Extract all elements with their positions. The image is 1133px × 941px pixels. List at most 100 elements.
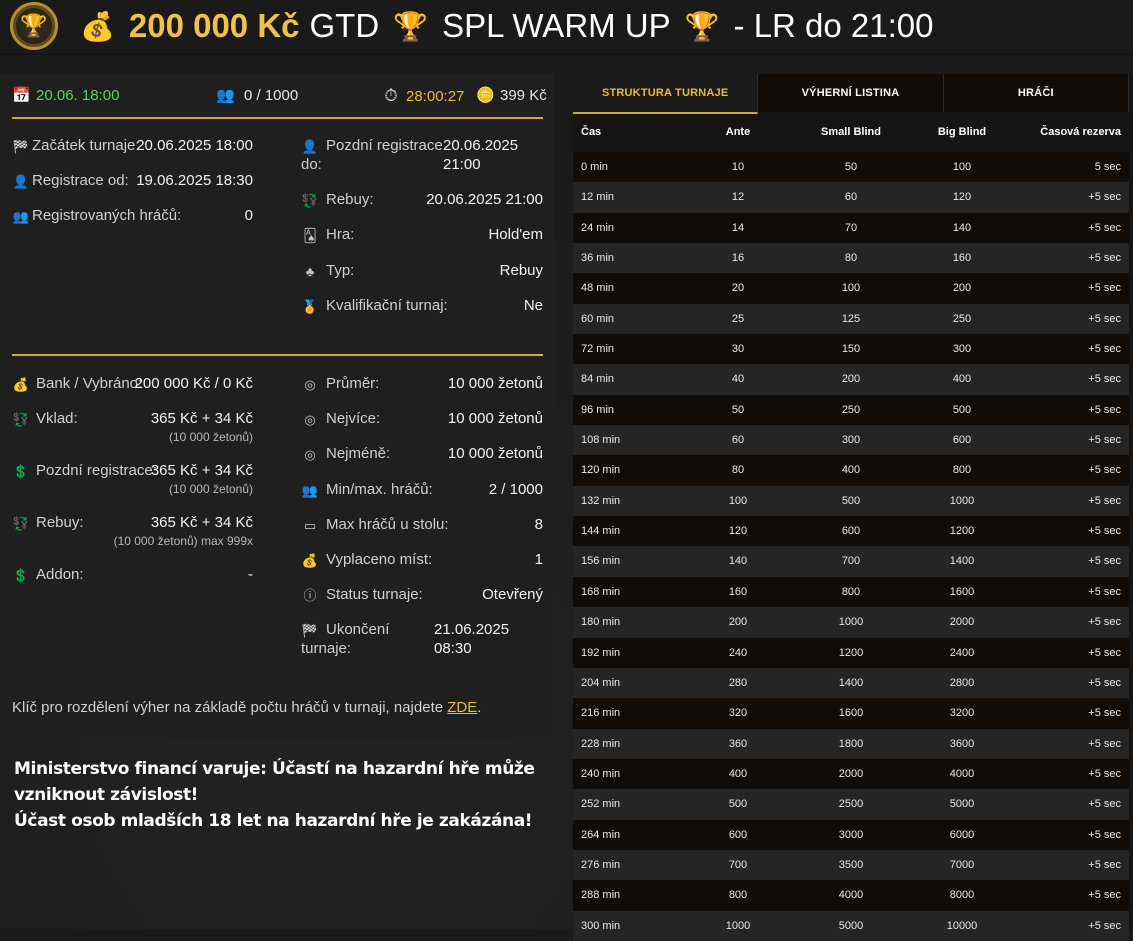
cell-big-blind: 600 bbox=[952, 434, 972, 447]
col-time-bank: Časová rezerva bbox=[1040, 126, 1121, 138]
users-icon: 👥 bbox=[216, 87, 235, 104]
tournament-info-panel: 📅 20.06. 18:00 👥 0 / 1000 ⏱ 28:00:27 🪙 3… bbox=[0, 74, 555, 740]
cell-ante: 160 bbox=[728, 585, 748, 598]
cell-big-blind: 500 bbox=[952, 403, 972, 416]
cell-small-blind: 150 bbox=[841, 343, 861, 356]
trophy-icon: 🏆 bbox=[20, 13, 48, 38]
prize-key-link[interactable]: ZDE bbox=[447, 699, 477, 716]
cell-time: 48 min bbox=[581, 282, 615, 295]
tab-players[interactable]: HRÁČI bbox=[943, 74, 1129, 112]
cell-ante: 20 bbox=[731, 282, 745, 295]
cell-ante: 30 bbox=[731, 343, 745, 356]
cell-ante: 280 bbox=[728, 676, 748, 689]
users-icon: 👥 bbox=[12, 209, 30, 224]
cell-time: 216 min bbox=[581, 707, 621, 720]
tab-structure[interactable]: STRUKTURA TURNAJE bbox=[573, 74, 759, 114]
coin-icon: 💲 bbox=[12, 568, 30, 583]
cell-time: 36 min bbox=[581, 252, 615, 265]
table-row: 84 min 40 200 400 +5 sec bbox=[573, 364, 1129, 395]
cell-small-blind: 3000 bbox=[838, 828, 864, 841]
table-row: 264 min 600 3000 6000 +5 sec bbox=[573, 819, 1129, 850]
guaranteed-prize: 200 000 Kč bbox=[128, 7, 300, 44]
cell-ante: 16 bbox=[731, 252, 745, 265]
cell-big-blind: 3200 bbox=[949, 707, 975, 720]
table-row: 288 min 800 4000 8000 +5 sec bbox=[573, 880, 1129, 911]
cell-small-blind: 400 bbox=[841, 464, 861, 477]
cell-ante: 400 bbox=[728, 767, 748, 780]
cell-ante: 100 bbox=[728, 494, 748, 507]
summary-date: 📅 20.06. 18:00 bbox=[12, 86, 119, 105]
cell-time-bank: +5 sec bbox=[1088, 191, 1121, 204]
suits-icon: ♣ bbox=[305, 264, 315, 279]
medal-icon: 🏅 bbox=[301, 299, 319, 314]
prize-key-note: Klíč pro rozdělení výher na základě počt… bbox=[12, 699, 482, 716]
cell-time-bank: +5 sec bbox=[1088, 919, 1121, 932]
cell-ante: 240 bbox=[728, 646, 748, 659]
countdown-value: 28:00:27 bbox=[406, 87, 465, 105]
summary-buyin: 🪙 399 Kč bbox=[476, 86, 547, 105]
cell-time: 204 min bbox=[581, 676, 621, 689]
cell-small-blind: 1800 bbox=[838, 737, 864, 750]
cell-small-blind: 300 bbox=[841, 434, 861, 447]
cell-time: 180 min bbox=[581, 616, 621, 629]
cell-time: 240 min bbox=[581, 767, 621, 780]
cell-small-blind: 600 bbox=[841, 525, 861, 538]
cell-big-blind: 4000 bbox=[949, 767, 975, 780]
cell-time-bank: +5 sec bbox=[1088, 312, 1121, 325]
cell-time: 12 min bbox=[581, 191, 615, 204]
table-row: 192 min 240 1200 2400 +5 sec bbox=[573, 637, 1129, 668]
flag-icon: 🏁 bbox=[301, 623, 319, 638]
cell-time: 192 min bbox=[581, 646, 621, 659]
cell-big-blind: 2800 bbox=[949, 676, 975, 689]
cell-small-blind: 60 bbox=[844, 191, 858, 204]
cell-small-blind: 125 bbox=[841, 312, 861, 325]
divider bbox=[12, 354, 543, 356]
cell-ante: 14 bbox=[731, 221, 745, 234]
cell-small-blind: 4000 bbox=[838, 889, 864, 902]
cell-big-blind: 3600 bbox=[949, 737, 975, 750]
cell-time: 0 min bbox=[581, 161, 608, 173]
cell-ante: 12 bbox=[731, 191, 745, 204]
cell-small-blind: 250 bbox=[841, 403, 861, 416]
cell-time: 72 min bbox=[581, 343, 615, 356]
chip-icon: ◎ bbox=[304, 412, 316, 427]
cell-small-blind: 100 bbox=[841, 282, 861, 295]
table-row: 216 min 320 1600 3200 +5 sec bbox=[573, 698, 1129, 729]
money-bag-icon: 💰 bbox=[301, 553, 319, 568]
summary-players: 👥 0 / 1000 bbox=[216, 86, 298, 105]
cell-ante: 25 bbox=[731, 312, 745, 325]
table-header: Čas Ante Small Blind Big Blind Časová re… bbox=[573, 126, 1129, 154]
coins-icon: 💱 bbox=[12, 516, 30, 531]
cell-time: 168 min bbox=[581, 585, 621, 598]
cell-ante: 1000 bbox=[725, 919, 751, 932]
cell-big-blind: 250 bbox=[952, 312, 972, 325]
cell-small-blind: 70 bbox=[844, 221, 858, 234]
tab-payouts[interactable]: VÝHERNÍ LISTINA bbox=[758, 74, 944, 112]
chip-icon: ◎ bbox=[304, 377, 316, 392]
cell-big-blind: 160 bbox=[952, 252, 972, 265]
blind-structure-table: 0 min 10 50 100 5 sec 12 min 12 60 120 +5 sec 24 m… bbox=[573, 152, 1129, 941]
money-bag-icon: 💰 bbox=[12, 377, 30, 392]
cell-time: 96 min bbox=[581, 403, 615, 416]
cell-ante: 40 bbox=[731, 373, 745, 386]
cell-small-blind: 1400 bbox=[838, 676, 864, 689]
cell-time-bank: +5 sec bbox=[1088, 828, 1121, 841]
table-row: 180 min 200 1000 2000 +5 sec bbox=[573, 607, 1129, 638]
cell-time-bank: +5 sec bbox=[1088, 252, 1121, 265]
table-row: 156 min 140 700 1400 +5 sec bbox=[573, 546, 1129, 577]
cell-ante: 600 bbox=[728, 828, 748, 841]
trophy-icon: 🏆 bbox=[393, 10, 429, 42]
cell-small-blind: 1600 bbox=[838, 707, 864, 720]
cell-time: 228 min bbox=[581, 737, 621, 750]
cell-ante: 60 bbox=[731, 434, 745, 447]
cell-small-blind: 50 bbox=[844, 161, 858, 173]
cards-icon: 🂡 bbox=[303, 228, 317, 243]
site-logo[interactable]: 🏆 bbox=[10, 2, 58, 50]
cell-time-bank: +5 sec bbox=[1088, 494, 1121, 507]
cell-time-bank: +5 sec bbox=[1088, 282, 1121, 295]
cell-small-blind: 2000 bbox=[838, 767, 864, 780]
table-row: 276 min 700 3500 7000 +5 sec bbox=[573, 849, 1129, 881]
gtd-label: GTD bbox=[309, 7, 380, 44]
cell-small-blind: 5000 bbox=[838, 919, 864, 932]
chip-icon: ◎ bbox=[304, 447, 316, 462]
